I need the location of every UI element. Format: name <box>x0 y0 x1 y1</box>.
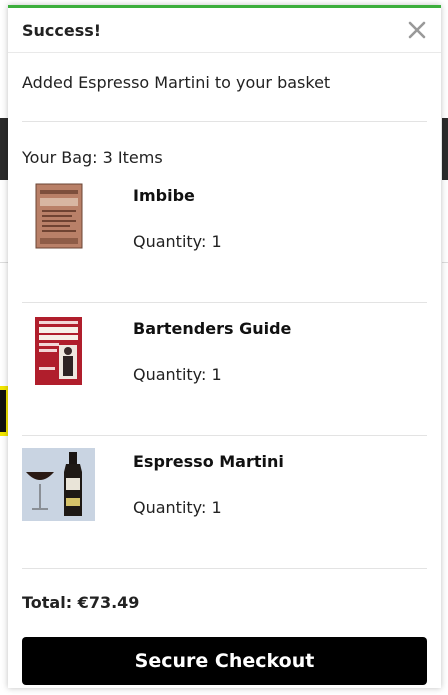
background-header-fragment-left <box>0 118 8 180</box>
product-quantity: Quantity: 1 <box>133 232 222 251</box>
bag-title: Your Bag: 3 Items <box>22 148 163 167</box>
background-divider-right <box>442 262 448 263</box>
product-name[interactable]: Imbibe <box>133 186 195 205</box>
added-to-basket-modal: Success! Added Espresso Martini to your … <box>8 5 441 688</box>
basket-item: Imbibe Quantity: 1 <box>8 170 441 303</box>
background-banner-fragment <box>0 386 8 436</box>
product-thumbnail[interactable] <box>22 182 95 255</box>
item-divider <box>22 568 427 569</box>
background-header-fragment-right <box>442 118 448 180</box>
modal-title: Success! <box>22 20 102 40</box>
added-message: Added Espresso Martini to your basket <box>22 73 331 92</box>
basket-item: Espresso Martini Quantity: 1 <box>8 436 441 569</box>
product-quantity: Quantity: 1 <box>133 365 222 384</box>
basket-total: Total: €73.49 <box>22 593 140 612</box>
product-thumbnail[interactable] <box>22 448 95 521</box>
product-thumbnail[interactable] <box>22 315 95 388</box>
background-divider-left <box>0 262 8 263</box>
basket-item: Bartenders Guide Quantity: 1 <box>8 303 441 436</box>
product-name[interactable]: Bartenders Guide <box>133 319 291 338</box>
modal-header: Success! <box>8 8 441 53</box>
secure-checkout-button[interactable]: Secure Checkout <box>22 637 427 685</box>
product-quantity: Quantity: 1 <box>133 498 222 517</box>
close-icon[interactable] <box>407 20 427 40</box>
product-name[interactable]: Espresso Martini <box>133 452 284 471</box>
